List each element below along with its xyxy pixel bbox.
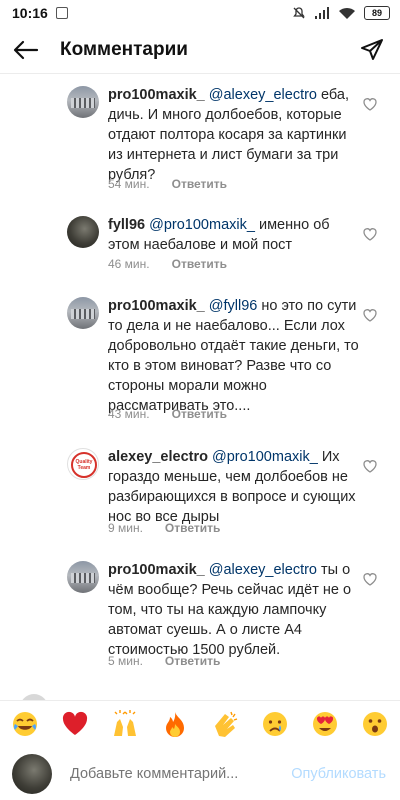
battery-icon: 89 — [364, 6, 390, 20]
comment-username[interactable]: pro100maxik_ — [108, 298, 205, 314]
emoji-astonished[interactable] — [360, 709, 390, 739]
comment-input[interactable] — [70, 766, 260, 782]
comment-time: 5 мин. — [108, 654, 143, 668]
post-button[interactable]: Опубликовать — [291, 766, 386, 782]
comment-meta: 46 мин. Ответить — [108, 257, 227, 271]
reply-button[interactable]: Ответить — [165, 521, 220, 535]
comment-text: alexey_electro @pro100maxik_ Их гораздо … — [108, 447, 360, 527]
emoji-heart[interactable] — [60, 709, 90, 739]
comment-username[interactable]: alexey_electro — [108, 449, 208, 465]
crying-emoji-icon — [263, 711, 287, 736]
arrow-left-icon — [13, 40, 39, 59]
reply-button[interactable]: Ответить — [172, 257, 227, 271]
emoji-crying[interactable] — [260, 709, 290, 739]
emoji-raised-hands[interactable] — [110, 709, 140, 739]
signal-icon — [315, 7, 329, 19]
mute-icon — [293, 7, 305, 19]
page-title: Комментарии — [60, 38, 188, 60]
quality-team-logo: Quality Team — [71, 452, 97, 478]
comment-body: но это по сути то дела и не наебалово...… — [108, 298, 359, 414]
like-heart-icon[interactable] — [362, 458, 378, 474]
joy-emoji-icon — [13, 711, 37, 736]
reply-button[interactable]: Ответить — [172, 407, 227, 421]
comment-mention[interactable]: @fyll96 — [209, 298, 258, 314]
emoji-quick-bar — [0, 700, 400, 746]
back-button[interactable] — [0, 26, 52, 74]
avatar[interactable] — [67, 216, 99, 248]
like-heart-icon[interactable] — [362, 307, 378, 323]
like-heart-icon[interactable] — [362, 96, 378, 112]
comment-mention[interactable]: @pro100maxik_ — [149, 217, 255, 233]
comment-meta: 54 мин. Ответить — [108, 177, 227, 191]
avatar[interactable] — [67, 561, 99, 593]
comment-input-bar: Опубликовать — [0, 748, 400, 800]
reply-button[interactable]: Ответить — [172, 177, 227, 191]
status-bar: 10:16 89 — [0, 0, 400, 26]
comment-username[interactable]: pro100maxik_ — [108, 562, 205, 578]
heart-eyes-emoji-icon — [313, 711, 337, 736]
emoji-joy[interactable] — [10, 709, 40, 739]
comment-text: pro100maxik_ @fyll96 но это по сути то д… — [108, 296, 360, 416]
status-time: 10:16 — [12, 5, 48, 21]
comment-mention[interactable]: @pro100maxik_ — [212, 449, 318, 465]
comment-username[interactable]: fyll96 — [108, 217, 145, 233]
like-heart-icon[interactable] — [362, 571, 378, 587]
comment-time: 46 мин. — [108, 257, 150, 271]
raised-hands-emoji-icon — [114, 709, 136, 736]
avatar[interactable] — [67, 297, 99, 329]
comments-list[interactable]: pro100maxik_ @alexey_electro еба, дичь. … — [0, 74, 400, 690]
emoji-heart-eyes[interactable] — [310, 709, 340, 739]
reply-button[interactable]: Ответить — [165, 654, 220, 668]
avatar[interactable] — [67, 86, 99, 118]
fire-emoji-icon — [166, 711, 184, 737]
comment-time: 9 мин. — [108, 521, 143, 535]
comment-time: 43 мин. — [108, 407, 150, 421]
notification-icon — [55, 7, 68, 19]
comment-username[interactable]: pro100maxik_ — [108, 87, 205, 103]
emoji-clap[interactable] — [210, 709, 240, 739]
emoji-fire[interactable] — [160, 709, 190, 739]
share-button[interactable] — [348, 26, 396, 74]
comment-meta: 9 мин. Ответить — [108, 521, 220, 535]
send-icon — [361, 38, 383, 60]
comment-mention[interactable]: @alexey_electro — [209, 87, 317, 103]
astonished-emoji-icon — [363, 711, 387, 736]
comment-text: pro100maxik_ @alexey_electro еба, дичь. … — [108, 85, 360, 185]
current-user-avatar — [12, 754, 52, 794]
comment-meta: 43 мин. Ответить — [108, 407, 227, 421]
clap-emoji-icon — [215, 711, 238, 737]
avatar[interactable]: Quality Team — [67, 448, 99, 480]
comment-mention[interactable]: @alexey_electro — [209, 562, 317, 578]
comment-text: fyll96 @pro100maxik_ именно об этом наеб… — [108, 215, 360, 255]
comment-time: 54 мин. — [108, 177, 150, 191]
comment-meta: 5 мин. Ответить — [108, 654, 220, 668]
header: Комментарии — [0, 26, 400, 74]
comment-text: pro100maxik_ @alexey_electro ты о чём во… — [108, 560, 360, 660]
status-icons: 89 — [292, 6, 390, 20]
wifi-icon — [339, 7, 355, 19]
heart-emoji-icon — [62, 711, 88, 735]
like-heart-icon[interactable] — [362, 226, 378, 242]
